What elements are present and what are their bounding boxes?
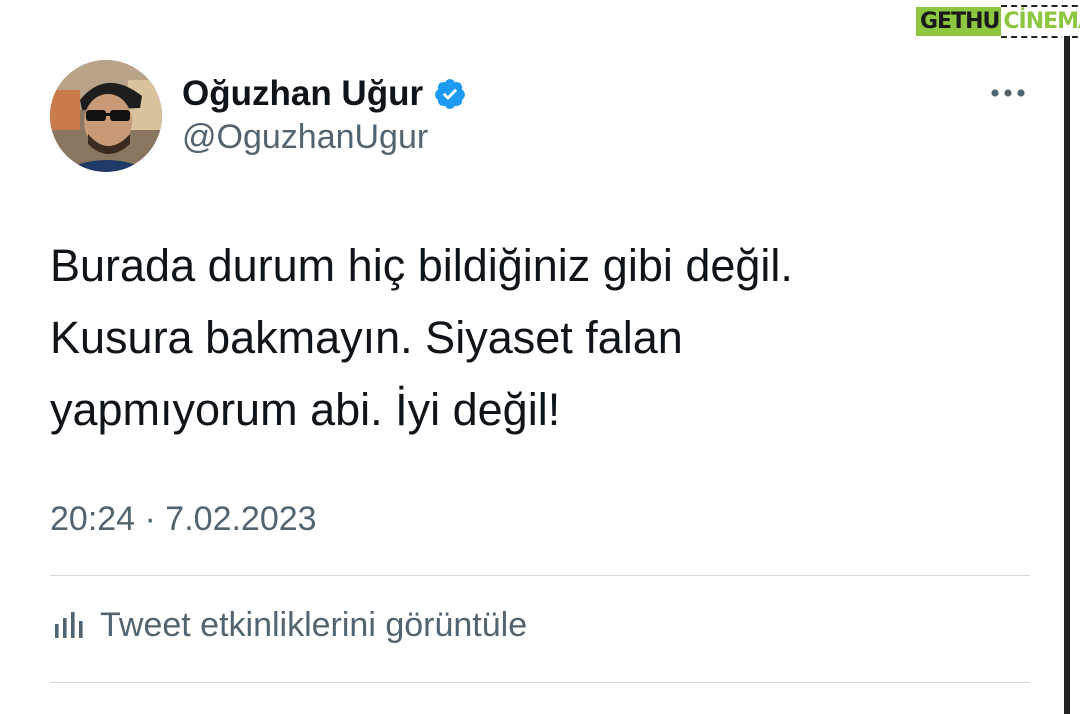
tweet-text-line: Kusura bakmayın. Siyaset falan <box>50 312 683 363</box>
watermark-text-part2: CİNEMA <box>1001 4 1080 38</box>
tweet-text: Burada durum hiç bildiğiniz gibi değil. … <box>50 230 1010 446</box>
tweet-timestamp[interactable]: 20:24 · 7.02.2023 <box>50 500 317 539</box>
divider <box>50 575 1030 576</box>
watermark-text-part1: GETHU <box>916 6 1002 36</box>
tweet-text-line: Burada durum hiç bildiğiniz gibi değil. <box>50 240 793 291</box>
profile-photo <box>50 60 162 172</box>
watermark-logo: GETHU CİNEMA <box>916 4 1080 38</box>
display-name[interactable]: Oğuzhan Uğur <box>182 74 423 114</box>
divider <box>50 682 1030 683</box>
user-handle[interactable]: @OguzhanUgur <box>182 118 428 157</box>
more-options-icon <box>991 89 1025 97</box>
author-name-row[interactable]: Oğuzhan Uğur <box>182 72 467 116</box>
film-strip-decoration <box>1062 36 1072 714</box>
more-options-button[interactable] <box>984 78 1032 108</box>
tweet-text-line: yapmıyorum abi. İyi değil! <box>50 384 561 435</box>
verified-badge-icon <box>433 77 467 111</box>
avatar[interactable] <box>50 60 162 172</box>
tweet-activity-link[interactable]: Tweet etkinliklerini görüntüle <box>52 600 527 650</box>
tweet-activity-label[interactable]: Tweet etkinliklerini görüntüle <box>100 606 527 645</box>
analytics-bars-icon <box>52 608 86 642</box>
